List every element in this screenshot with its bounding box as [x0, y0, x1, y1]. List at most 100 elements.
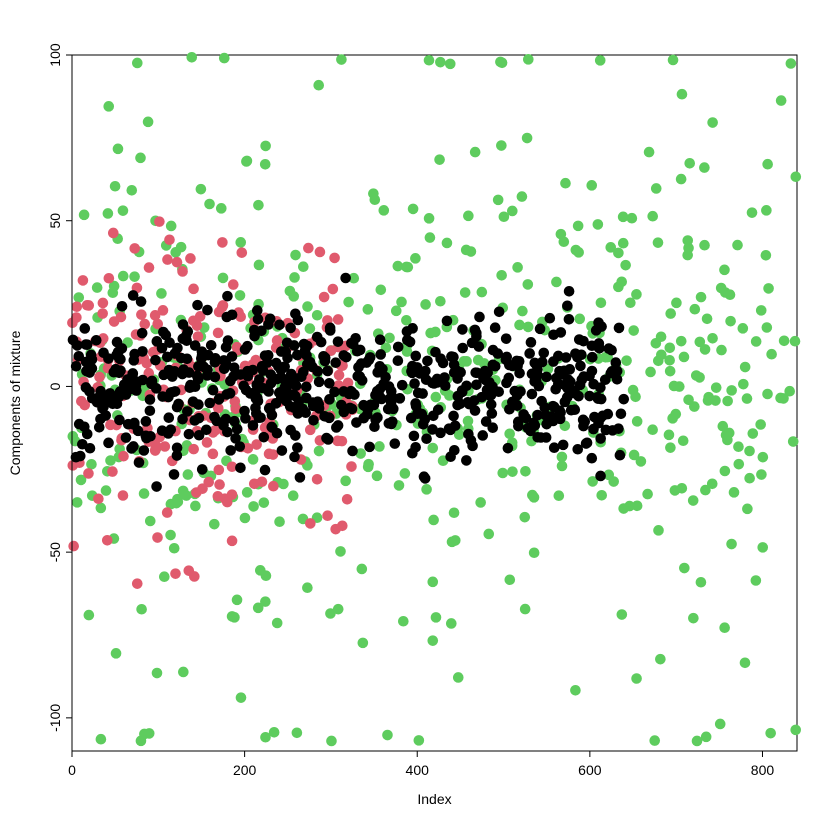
point	[276, 346, 287, 357]
point	[559, 365, 570, 376]
point	[740, 657, 751, 668]
point	[613, 282, 624, 293]
point	[343, 297, 354, 308]
point	[271, 398, 282, 409]
point	[614, 323, 625, 334]
point	[302, 301, 313, 312]
point	[274, 319, 285, 330]
point	[551, 277, 562, 288]
point	[393, 355, 404, 366]
point	[198, 362, 209, 373]
point	[357, 564, 368, 575]
point	[587, 453, 598, 464]
point	[541, 372, 552, 383]
point	[445, 59, 456, 70]
point	[238, 380, 249, 391]
point	[98, 347, 109, 358]
point	[314, 377, 325, 388]
point	[363, 459, 374, 470]
point	[328, 284, 339, 295]
point	[409, 431, 420, 442]
point	[507, 466, 518, 477]
point	[170, 568, 181, 579]
point	[707, 333, 718, 344]
point	[645, 367, 656, 378]
point	[344, 389, 355, 400]
point	[186, 52, 197, 63]
point	[312, 310, 323, 321]
y-tick-label: -50	[47, 542, 63, 562]
point	[586, 180, 597, 191]
point	[352, 346, 363, 357]
point	[421, 433, 432, 444]
point	[549, 442, 560, 453]
point	[274, 516, 285, 527]
point	[725, 289, 736, 300]
point	[236, 247, 247, 258]
point	[346, 461, 357, 472]
point	[192, 371, 203, 382]
point	[376, 285, 387, 296]
point	[330, 357, 341, 368]
point	[97, 308, 108, 319]
point	[647, 424, 658, 435]
point	[466, 435, 477, 446]
point	[758, 452, 769, 463]
point	[315, 247, 326, 258]
point	[424, 55, 435, 66]
point	[91, 335, 102, 346]
point	[194, 430, 205, 441]
point	[751, 336, 762, 347]
point	[185, 253, 196, 264]
point	[671, 298, 682, 309]
point	[218, 273, 229, 284]
point	[664, 355, 675, 366]
point	[560, 178, 571, 189]
point	[152, 668, 163, 679]
point	[556, 229, 567, 240]
point	[277, 445, 288, 456]
point	[115, 386, 126, 397]
point	[726, 539, 737, 550]
point	[608, 476, 619, 487]
point	[406, 366, 417, 377]
point	[744, 473, 755, 484]
point	[761, 250, 772, 261]
point	[169, 543, 180, 554]
point	[197, 483, 208, 494]
y-tick-label: -100	[47, 704, 63, 732]
point	[202, 437, 213, 448]
point	[243, 371, 254, 382]
point	[431, 612, 442, 623]
point	[128, 368, 139, 379]
point	[391, 306, 402, 317]
point	[73, 292, 84, 303]
point	[400, 468, 411, 479]
point	[365, 352, 376, 363]
point	[135, 153, 146, 164]
point	[512, 262, 523, 273]
point	[232, 595, 243, 606]
point	[185, 380, 196, 391]
point	[410, 398, 421, 409]
x-tick-label: 800	[751, 762, 775, 778]
point	[285, 323, 296, 334]
point	[74, 419, 85, 430]
point	[324, 394, 335, 405]
point	[632, 416, 643, 427]
point	[335, 546, 346, 557]
point	[457, 324, 468, 335]
point	[621, 355, 632, 366]
point	[409, 378, 420, 389]
point	[644, 147, 655, 158]
point	[312, 366, 323, 377]
point	[190, 501, 201, 512]
point	[96, 734, 107, 745]
point	[520, 466, 531, 477]
point	[314, 446, 325, 457]
point	[143, 117, 154, 128]
point	[707, 117, 718, 128]
point	[324, 378, 335, 389]
point	[448, 411, 459, 422]
point	[219, 355, 230, 366]
